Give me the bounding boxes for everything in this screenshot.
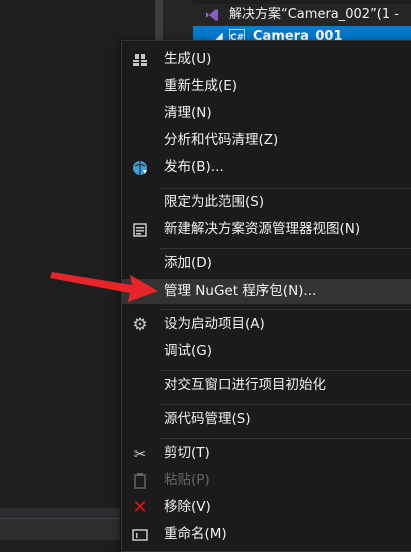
divider: [0, 518, 120, 519]
menu-item-scope[interactable]: 限定为此范围(S): [122, 190, 411, 215]
menu-item-new-view[interactable]: 新建解决方案资源管理器视图(N): [122, 217, 411, 242]
new-view-icon: [131, 221, 149, 239]
menu-item-label: 分析和代码清理(Z): [164, 132, 279, 148]
context-menu: 生成(U) 重新生成(E) 清理(N) 分析和代码清理(Z) 发布(B)... …: [121, 40, 411, 552]
menu-item-debug[interactable]: 调试(G): [122, 339, 411, 364]
solution-node[interactable]: 解决方案“Camera_002”(1 -: [193, 4, 411, 26]
publish-globe-icon: [131, 159, 149, 177]
menu-item-label: 调试(G): [164, 343, 212, 359]
build-icon: [131, 51, 149, 69]
menu-separator: [160, 438, 411, 439]
menu-separator: [160, 370, 411, 371]
menu-item-label: 新建解决方案资源管理器视图(N): [164, 221, 361, 237]
menu-item-cut[interactable]: ✂ 剪切(T): [122, 441, 411, 466]
menu-item-label: 发布(B)...: [164, 159, 224, 175]
menu-item-label: 粘贴(P): [164, 472, 210, 488]
menu-item-remove[interactable]: ✕ 移除(V): [122, 495, 411, 520]
gear-icon: ⚙: [132, 315, 148, 335]
menu-item-label: 对交互窗口进行项目初始化: [164, 377, 326, 393]
menu-item-label: 设为启动项目(A): [164, 316, 265, 332]
menu-item-build[interactable]: 生成(U): [122, 47, 411, 72]
menu-item-interactive-init[interactable]: 对交互窗口进行项目初始化: [122, 373, 411, 398]
solution-label: 解决方案“Camera_002”(1 -: [229, 7, 399, 22]
visual-studio-solution-icon: [206, 9, 218, 21]
menu-item-set-startup[interactable]: ⚙ 设为启动项目(A): [122, 312, 411, 337]
menu-separator: [160, 248, 411, 249]
menu-item-label: 重新生成(E): [164, 78, 238, 94]
scrollbar-track[interactable]: [155, 0, 163, 40]
paste-icon: [131, 472, 149, 490]
menu-item-label: 管理 NuGet 程序包(N)...: [164, 283, 317, 299]
menu-item-label: 重命名(M): [164, 526, 227, 542]
menu-item-label: 添加(D): [164, 255, 212, 271]
menu-separator: [160, 188, 411, 189]
menu-item-label: 清理(N): [164, 105, 212, 121]
menu-item-rename[interactable]: 重命名(M): [122, 522, 411, 547]
rename-icon: [131, 526, 149, 544]
menu-separator: [160, 404, 411, 405]
menu-item-publish[interactable]: 发布(B)...: [122, 155, 411, 180]
menu-item-rebuild[interactable]: 重新生成(E): [122, 74, 411, 99]
solution-explorer-gutter: [163, 0, 193, 40]
menu-separator: [160, 309, 411, 310]
menu-item-manage-nuget[interactable]: 管理 NuGet 程序包(N)...: [122, 279, 411, 304]
menu-item-label: 生成(U): [164, 51, 212, 67]
menu-item-label: 源代码管理(S): [164, 411, 251, 427]
menu-item-add[interactable]: 添加(D): [122, 251, 411, 276]
menu-item-source-control[interactable]: 源代码管理(S): [122, 407, 411, 432]
menu-item-clean[interactable]: 清理(N): [122, 101, 411, 126]
remove-x-icon: ✕: [132, 497, 148, 518]
menu-item-label: 限定为此范围(S): [164, 194, 265, 210]
menu-item-paste[interactable]: 粘贴(P): [122, 468, 411, 493]
menu-item-label: 剪切(T): [164, 445, 210, 461]
bottom-panel-strip: [0, 508, 120, 540]
menu-item-label: 移除(V): [164, 499, 211, 515]
menu-item-analyze[interactable]: 分析和代码清理(Z): [122, 128, 411, 153]
scissors-icon: ✂: [133, 445, 147, 463]
